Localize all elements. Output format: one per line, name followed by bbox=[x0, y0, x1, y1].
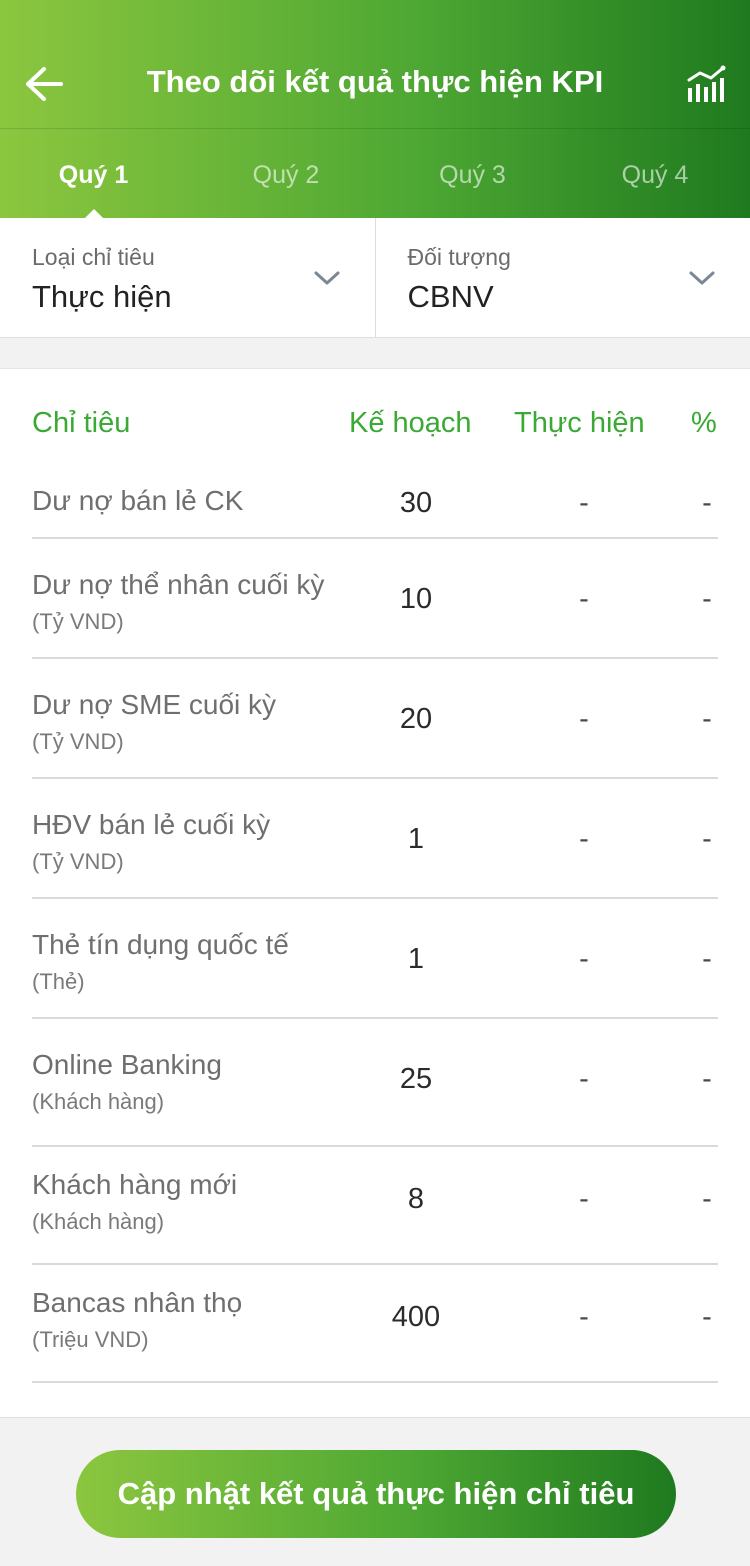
kpi-tracking-screen: Theo dõi kết quả thực hiện KPI Quý 1 Quý… bbox=[0, 0, 750, 1566]
row-plan: 25 bbox=[399, 1063, 433, 1095]
row-percent: - bbox=[702, 1063, 712, 1095]
quarter-tabs: Quý 1 Quý 2 Quý 3 Quý 4 bbox=[0, 129, 750, 219]
top-bar: Theo dõi kết quả thực hiện KPI bbox=[0, 0, 750, 128]
arrow-left-icon bbox=[26, 67, 63, 101]
row-plan: 1 bbox=[407, 823, 425, 855]
row-actual: - bbox=[579, 1301, 589, 1333]
row-actual: - bbox=[579, 1063, 589, 1095]
row-percent: - bbox=[702, 943, 712, 975]
page-title: Theo dõi kết quả thực hiện KPI bbox=[146, 64, 604, 99]
table-row[interactable]: Bancas nhân thọ (Triệu VND) 400 - - bbox=[32, 1265, 718, 1383]
chevron-down-icon bbox=[689, 271, 715, 285]
row-unit: (Triệu VND) bbox=[32, 1327, 149, 1352]
table-row[interactable]: Khách hàng mới (Khách hàng) 8 - - bbox=[32, 1147, 718, 1265]
row-actual: - bbox=[579, 1183, 589, 1215]
row-percent: - bbox=[702, 583, 712, 615]
row-name: Bancas nhân thọ bbox=[32, 1287, 243, 1318]
row-name: Dư nợ thể nhân cuối kỳ bbox=[32, 569, 325, 600]
row-name: Khách hàng mới bbox=[32, 1169, 238, 1200]
row-name: Online Banking bbox=[32, 1049, 222, 1080]
table-header: Chỉ tiêu Kế hoạch Thực hiện % bbox=[0, 369, 750, 469]
target-value: CBNV bbox=[407, 279, 494, 314]
metric-type-value: Thực hiện bbox=[32, 279, 172, 314]
row-name: Thẻ tín dụng quốc tế bbox=[32, 929, 289, 960]
row-name: HĐV bán lẻ cuối kỳ bbox=[32, 809, 271, 840]
filter-bar: Loại chỉ tiêu Thực hiện Đối tượng CBNV bbox=[0, 218, 750, 338]
kpi-table: Chỉ tiêu Kế hoạch Thực hiện % Dư nợ bán … bbox=[0, 368, 750, 1418]
row-percent: - bbox=[702, 703, 712, 735]
tab-quarter-4[interactable]: Quý 4 bbox=[560, 129, 750, 218]
chevron-down-icon bbox=[314, 271, 339, 285]
row-percent: - bbox=[702, 1301, 712, 1333]
row-actual: - bbox=[579, 703, 589, 735]
row-actual: - bbox=[579, 823, 589, 855]
target-label: Đối tượng bbox=[407, 244, 511, 270]
row-plan: 20 bbox=[399, 703, 433, 735]
table-row[interactable]: Thẻ tín dụng quốc tế (Thẻ) 1 - - bbox=[32, 899, 718, 1019]
table-row[interactable]: Dư nợ thể nhân cuối kỳ (Tỷ VND) 10 - - bbox=[32, 539, 718, 659]
row-unit: (Tỷ VND) bbox=[32, 609, 124, 634]
tab-quarter-3[interactable]: Quý 3 bbox=[385, 129, 560, 218]
row-actual: - bbox=[579, 487, 589, 519]
row-percent: - bbox=[702, 823, 712, 855]
tab-quarter-2[interactable]: Quý 2 bbox=[187, 129, 385, 218]
column-header-plan: Kế hoạch bbox=[349, 407, 472, 439]
row-plan: 1 bbox=[407, 943, 425, 975]
target-dropdown[interactable]: Đối tượng CBNV bbox=[374, 218, 750, 337]
metric-type-label: Loại chỉ tiêu bbox=[32, 244, 155, 270]
table-row[interactable]: Dư nợ bán lẻ CK 30 - - bbox=[32, 469, 718, 539]
row-unit: (Thẻ) bbox=[32, 969, 85, 994]
chart-view-button[interactable] bbox=[676, 54, 736, 114]
row-name: Dư nợ bán lẻ CK bbox=[32, 485, 244, 516]
row-percent: - bbox=[702, 1183, 712, 1215]
metric-type-dropdown[interactable]: Loại chỉ tiêu Thực hiện bbox=[0, 218, 375, 337]
column-header-actual: Thực hiện bbox=[514, 407, 645, 439]
table-row[interactable]: Dư nợ SME cuối kỳ (Tỷ VND) 20 - - bbox=[32, 659, 718, 779]
table-row[interactable]: Online Banking (Khách hàng) 25 - - bbox=[32, 1019, 718, 1147]
column-header-percent: % bbox=[691, 407, 717, 439]
row-plan: 8 bbox=[407, 1183, 425, 1215]
column-header-name: Chỉ tiêu bbox=[32, 407, 131, 439]
update-results-button[interactable]: Cập nhật kết quả thực hiện chỉ tiêu bbox=[76, 1450, 676, 1538]
back-button[interactable] bbox=[14, 54, 74, 114]
row-percent: - bbox=[702, 487, 712, 519]
tab-quarter-1[interactable]: Quý 1 bbox=[0, 129, 187, 219]
row-unit: (Khách hàng) bbox=[32, 1209, 165, 1234]
row-unit: (Khách hàng) bbox=[32, 1089, 165, 1114]
row-plan: 400 bbox=[391, 1301, 441, 1333]
row-plan: 30 bbox=[399, 487, 433, 519]
table-row[interactable]: HĐV bán lẻ cuối kỳ (Tỷ VND) 1 - - bbox=[32, 779, 718, 899]
row-actual: - bbox=[579, 943, 589, 975]
row-actual: - bbox=[579, 583, 589, 615]
row-name: Dư nợ SME cuối kỳ bbox=[32, 689, 277, 720]
row-unit: (Tỷ VND) bbox=[32, 849, 124, 874]
row-plan: 10 bbox=[399, 583, 433, 615]
row-unit: (Tỷ VND) bbox=[32, 729, 124, 754]
app-header: Theo dõi kết quả thực hiện KPI Quý 1 Quý… bbox=[0, 0, 750, 219]
bar-chart-icon bbox=[687, 65, 726, 102]
